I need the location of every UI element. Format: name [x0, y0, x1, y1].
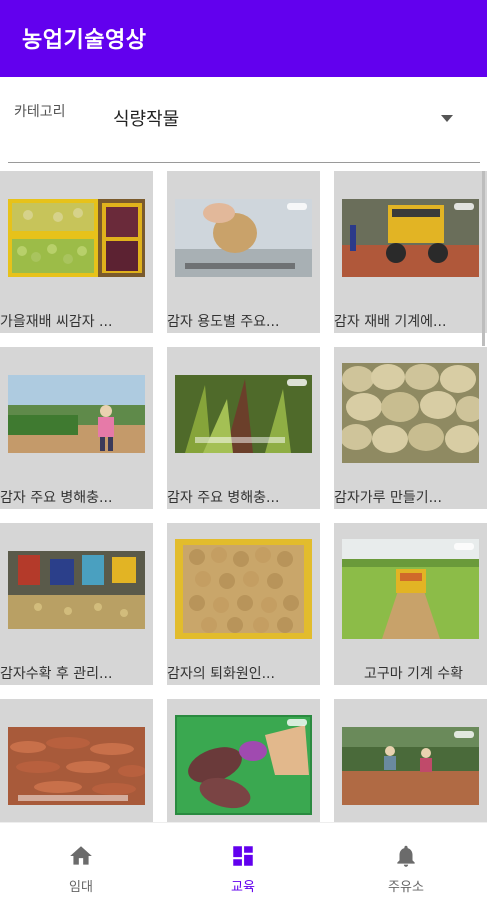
- video-card[interactable]: [167, 699, 320, 822]
- app-title: 농업기술영상: [22, 28, 147, 53]
- video-title: 감자 용도별 주요...: [167, 314, 280, 330]
- video-card[interactable]: [334, 699, 487, 822]
- dashboard-icon: [230, 843, 256, 869]
- video-title: 가을재배 씨감자 ...: [0, 314, 113, 330]
- video-card[interactable]: 감자 주요 병해충...: [0, 347, 153, 509]
- video-thumbnail[interactable]: [8, 551, 145, 629]
- scrollbar[interactable]: [482, 171, 485, 346]
- category-select-value[interactable]: 식량작물: [113, 105, 179, 131]
- video-thumbnail[interactable]: [342, 199, 479, 277]
- nav-item-gas-station[interactable]: 주유소: [325, 823, 487, 900]
- video-title: 고구마 기계 수확: [363, 666, 464, 682]
- video-card[interactable]: [0, 699, 153, 822]
- app-bar: 농업기술영상: [0, 0, 487, 77]
- video-thumbnail[interactable]: [342, 727, 479, 805]
- video-thumbnail[interactable]: [8, 199, 145, 277]
- video-title: 감자 주요 병해충...: [167, 490, 280, 506]
- video-card[interactable]: 감자수확 후 관리...: [0, 523, 153, 685]
- video-title: 감자 재배 기계에...: [334, 314, 447, 330]
- bell-icon: [393, 843, 419, 869]
- video-thumbnail[interactable]: [175, 199, 312, 277]
- home-icon: [68, 843, 94, 869]
- nav-label-rental: 임대: [69, 880, 93, 895]
- video-thumbnail[interactable]: [8, 727, 145, 805]
- category-filter: 카테고리 식량작물: [0, 77, 487, 169]
- nav-label-education: 교육: [231, 880, 255, 895]
- video-title: 감자의 퇴화원인...: [167, 666, 275, 682]
- video-title: 감자수확 후 관리...: [0, 666, 113, 682]
- video-grid: 가을재배 씨감자 ... 감자 용도별 주요... 감자 재배 기계에... 감…: [0, 171, 487, 822]
- video-thumbnail[interactable]: [8, 375, 145, 453]
- nav-item-rental[interactable]: 임대: [0, 823, 162, 900]
- video-thumbnail[interactable]: [175, 375, 312, 453]
- video-card[interactable]: 감자가루 만들기...: [334, 347, 487, 509]
- video-card[interactable]: 감자의 퇴화원인...: [167, 523, 320, 685]
- video-title: 감자가루 만들기...: [334, 490, 442, 506]
- video-thumbnail[interactable]: [342, 363, 479, 463]
- video-thumbnail[interactable]: [175, 539, 312, 639]
- video-title: 감자 주요 병해충...: [0, 490, 113, 506]
- bottom-navigation: 임대 교육 주유소: [0, 822, 487, 900]
- category-label: 카테고리: [14, 104, 66, 120]
- video-card[interactable]: 가을재배 씨감자 ...: [0, 171, 153, 333]
- video-thumbnail[interactable]: [175, 715, 312, 815]
- nav-item-education[interactable]: 교육: [162, 823, 324, 900]
- video-card[interactable]: 고구마 기계 수확: [334, 523, 487, 685]
- video-card[interactable]: 감자 용도별 주요...: [167, 171, 320, 333]
- video-card[interactable]: 감자 재배 기계에...: [334, 171, 487, 333]
- category-underline: [8, 162, 480, 163]
- dropdown-caret-icon[interactable]: [441, 115, 453, 122]
- nav-label-gas-station: 주유소: [388, 880, 424, 895]
- video-card[interactable]: 감자 주요 병해충...: [167, 347, 320, 509]
- video-thumbnail[interactable]: [342, 539, 479, 639]
